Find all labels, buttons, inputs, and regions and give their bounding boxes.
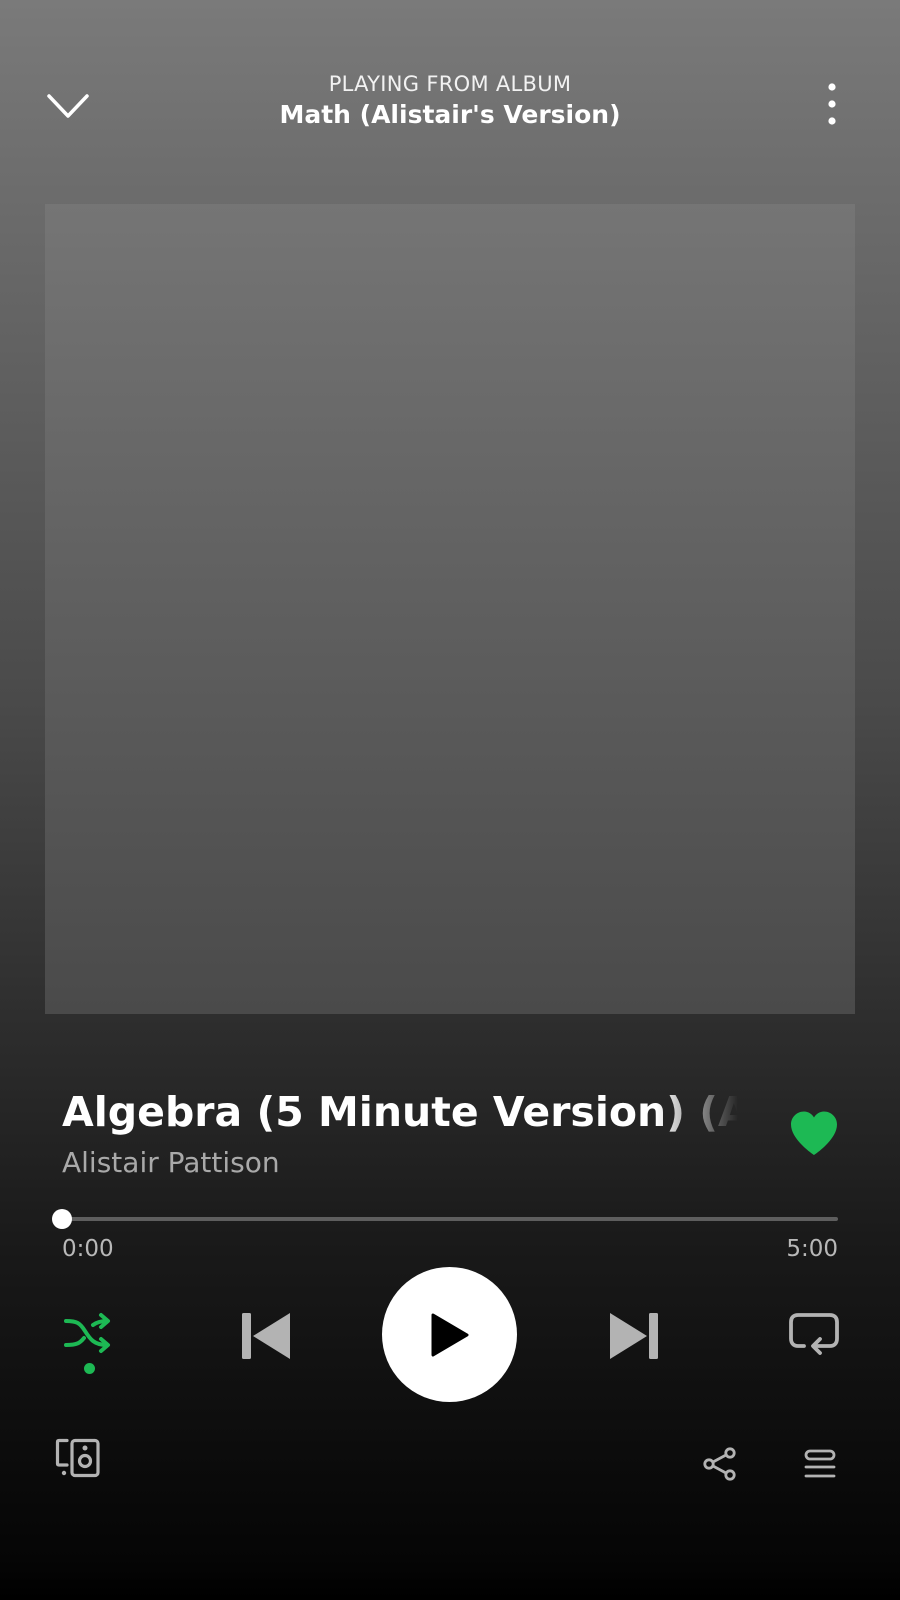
repeat-button[interactable] (776, 1304, 852, 1368)
total-time: 5:00 (786, 1236, 838, 1262)
more-vertical-icon (828, 83, 836, 125)
shuffle-active-indicator (83, 1362, 95, 1374)
chevron-down-icon (47, 94, 89, 118)
playing-from-label: PLAYING FROM ALBUM (328, 72, 572, 96)
queue-icon (804, 1449, 836, 1478)
share-button[interactable] (694, 1438, 746, 1490)
next-icon (610, 1313, 658, 1359)
track-artist[interactable]: Alistair Pattison (62, 1146, 712, 1179)
queue-button[interactable] (794, 1438, 846, 1490)
heart-icon (791, 1111, 837, 1155)
previous-icon (242, 1313, 290, 1359)
repeat-icon (789, 1313, 839, 1355)
previous-button[interactable] (228, 1304, 304, 1368)
like-button[interactable] (780, 1102, 848, 1164)
shuffle-icon (64, 1312, 110, 1353)
next-button[interactable] (596, 1304, 672, 1368)
track-title[interactable]: Algebra (5 Minute Version) (Alistair's V… (62, 1088, 738, 1142)
progress-handle[interactable] (52, 1209, 72, 1229)
connect-devices-button[interactable] (50, 1432, 106, 1484)
devices-icon (55, 1438, 100, 1478)
elapsed-time: 0:00 (62, 1236, 114, 1262)
more-options-button[interactable] (800, 74, 864, 134)
play-button[interactable] (382, 1267, 517, 1402)
progress-bar[interactable] (52, 1209, 838, 1229)
shuffle-button[interactable] (52, 1302, 126, 1382)
collapse-button[interactable] (38, 78, 98, 134)
album-name[interactable]: Math (Alistair's Version) (150, 100, 750, 129)
album-artwork (45, 204, 855, 1014)
share-icon (703, 1447, 736, 1481)
play-icon (431, 1313, 468, 1356)
